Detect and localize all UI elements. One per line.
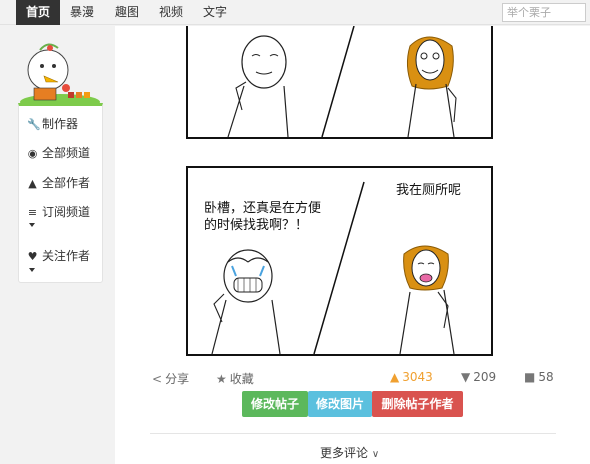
sidebar-item-all-channels[interactable]: ◉ 全部频道 <box>27 144 90 161</box>
comic-panel-1 <box>186 26 493 139</box>
comic-caption-right: 我在厕所呢 <box>396 183 462 198</box>
more-comments-button[interactable]: 更多评论 ∨ <box>320 444 379 461</box>
thumbs-down-icon: ▼ <box>461 370 471 384</box>
user-icon: ▲ <box>28 177 37 190</box>
sidebar-item-maker[interactable]: 🔧制作器 <box>27 115 78 132</box>
share-icon: < <box>152 372 163 386</box>
thumbs-up-icon: ▲ <box>390 370 400 384</box>
rss-icon: ≡ <box>27 206 38 219</box>
nav-item-home[interactable]: 首页 <box>16 0 60 25</box>
divider <box>150 433 556 434</box>
sidebar-item-followed-authors[interactable]: ♥ 关注作者 <box>27 247 90 264</box>
dislike-count: 209 <box>473 370 497 384</box>
chevron-down-icon[interactable] <box>29 268 35 272</box>
top-nav: 首页 暴漫 趣图 视频 文字 <box>0 0 590 25</box>
comic-panel-2: 卧槽，还真是在方便 的时候找我啊？！ 我在厕所呢 <box>186 166 493 356</box>
sidebar-item-label: 订阅频道 <box>42 205 91 219</box>
share-label: 分享 <box>165 372 190 386</box>
caption-line: 卧槽，还真是在方便 <box>204 201 322 216</box>
chevron-down-icon: ∨ <box>371 449 380 460</box>
caption-line: 的时候找我啊？！ <box>204 218 309 233</box>
share-button[interactable]: < 分享 <box>152 370 189 387</box>
like-button[interactable]: ▲ 3043 <box>390 370 433 384</box>
favorite-button[interactable]: ★ 收藏 <box>216 370 254 387</box>
compass-icon: ◉ <box>27 147 38 160</box>
nav-item-qutu[interactable]: 趣图 <box>110 0 144 25</box>
sidebar-item-all-authors[interactable]: ▲ 全部作者 <box>27 174 90 191</box>
sidebar-item-subscribed-channels[interactable]: ≡ 订阅频道 <box>27 203 90 220</box>
edit-image-button[interactable]: 修改图片 <box>308 391 372 417</box>
comment-count: 58 <box>538 370 554 384</box>
sidebar-item-label: 全部作者 <box>42 176 91 190</box>
sidebar-item-label: 关注作者 <box>42 249 91 263</box>
dislike-button[interactable]: ▼ 209 <box>461 370 496 384</box>
mascot-logo[interactable] <box>18 36 102 110</box>
chevron-down-icon[interactable] <box>29 223 35 227</box>
star-icon: ★ <box>216 372 227 386</box>
sidebar-item-label: 制作器 <box>42 117 79 131</box>
favorite-label: 收藏 <box>229 372 254 386</box>
search-input[interactable] <box>502 3 586 22</box>
nav-item-video[interactable]: 视频 <box>154 0 188 25</box>
comic-caption-left: 卧槽，还真是在方便 的时候找我啊？！ <box>204 200 321 234</box>
delete-post-author-button[interactable]: 删除帖子作者 <box>372 391 463 417</box>
comment-icon: ■ <box>524 370 536 384</box>
sidebar-panel: 🔧制作器 ◉ 全部频道 ▲ 全部作者 ≡ 订阅频道 ♥ 关注作者 <box>18 103 103 283</box>
sidebar-item-label: 全部频道 <box>42 146 91 160</box>
edit-post-button[interactable]: 修改帖子 <box>242 391 308 417</box>
nav-item-text[interactable]: 文字 <box>198 0 232 25</box>
nav-item-baoman[interactable]: 暴漫 <box>64 0 100 25</box>
like-count: 3043 <box>402 370 433 384</box>
more-comments-label: 更多评论 <box>320 446 369 460</box>
heart-icon: ♥ <box>27 250 38 263</box>
wrench-icon: 🔧 <box>27 118 41 131</box>
comic-drawing-1 <box>227 26 457 137</box>
comment-button[interactable]: ■ 58 <box>524 370 554 384</box>
